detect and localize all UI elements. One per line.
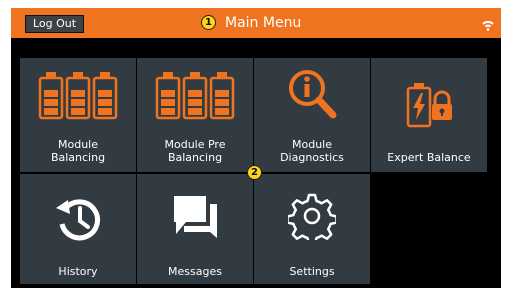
page-title: Main Menu [225,15,302,31]
tile-history[interactable]: History [20,174,136,284]
tile-expert-balance[interactable]: Expert Balance [371,58,487,172]
tile-messages[interactable]: Messages [137,174,253,284]
callout-marker-1: 1 [201,15,216,30]
tile-module-pre-balancing[interactable]: Module Pre Balancing [137,58,253,172]
info-magnifier-icon [289,70,337,119]
tile-label: Settings [289,265,335,278]
wifi-signal-icon [482,20,494,31]
gear-icon [288,193,336,240]
tile-label: Module Pre Balancing [164,138,226,164]
logout-button[interactable]: Log Out [25,15,84,33]
battery-array-icon [155,72,235,120]
tile-label: Expert Balance [387,151,471,164]
main-menu-screen: Log Out 1 Main Menu Module Balancing Mod… [11,8,501,288]
tile-module-balancing[interactable]: Module Balancing [20,58,136,172]
header-bar: Log Out 1 Main Menu [11,8,501,38]
tile-label: History [58,265,98,278]
chat-bubbles-icon [174,196,217,238]
tile-label: Module Diagnostics [280,138,344,164]
history-clock-icon [56,199,100,241]
tile-label: Messages [168,265,222,278]
tile-settings[interactable]: Settings [254,174,370,284]
locked-battery-icon [406,83,452,128]
callout-marker-2: 2 [247,165,262,180]
battery-array-icon [38,72,118,120]
tile-module-diagnostics[interactable]: Module Diagnostics [254,58,370,172]
tile-label: Module Balancing [50,138,106,164]
